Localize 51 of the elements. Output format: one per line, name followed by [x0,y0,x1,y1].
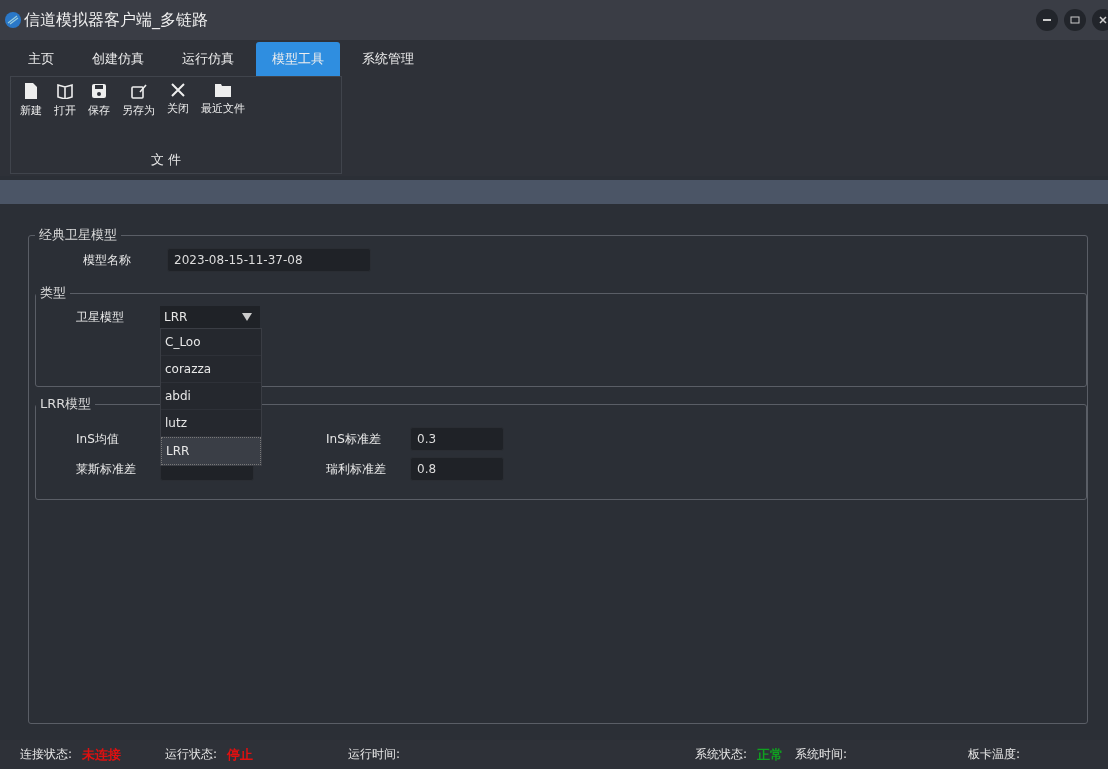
status-label: 连接状态: [20,745,73,763]
toolbar-button[interactable]: 保存 [83,81,115,120]
dropdown-option[interactable]: abdi [161,383,261,410]
book-icon [57,83,73,99]
status-label: 系统状态: [695,745,748,763]
status-value: 停止 [227,745,254,764]
field-label: InS均值 [76,430,120,448]
close-icon [171,83,185,97]
status-value: 未连接 [82,745,122,764]
save-edit-icon [130,83,147,99]
field-label: InS标准差 [326,430,382,448]
minimize-button[interactable] [1036,9,1058,31]
input-field[interactable]: 0.8 [410,457,504,481]
status-value: 正常 [757,745,784,764]
document-icon [24,83,38,99]
model-name-field[interactable]: 2023-08-15-11-37-08 [167,248,371,272]
field-label: 莱斯标准差 [76,460,137,478]
field-label: 卫星模型 [76,308,125,326]
field-label: 瑞利标准差 [326,460,387,478]
menu-tab[interactable]: 创建仿真 [76,42,160,76]
maximize-button[interactable] [1064,9,1086,31]
toolbar-button[interactable]: 新建 [15,81,47,120]
dropdown-option[interactable]: corazza [161,356,261,383]
app-logo-icon [4,11,22,29]
satellite-model-dropdown[interactable]: LRR [160,306,260,328]
group-title: 经典卫星模型 [38,226,118,244]
close-button[interactable] [1092,9,1108,31]
close-icon [1098,15,1108,25]
dropdown-option[interactable]: C_Loo [161,329,261,356]
field-label: 模型名称 [83,251,132,269]
status-label: 运行状态: [165,745,218,763]
maximize-icon [1070,15,1080,25]
status-label: 系统时间: [795,746,848,763]
group-title: 类型 [39,284,67,302]
input-field[interactable]: 0.3 [410,427,504,451]
dropdown-arrow-icon [242,313,252,321]
menu-tab[interactable]: 系统管理 [346,42,430,76]
status-label: 板卡温度: [968,746,1021,763]
group-title: LRR模型 [39,395,93,413]
toolbar-button[interactable]: 关闭 [162,81,194,120]
menu-tab[interactable]: 主页 [12,42,70,76]
folder-icon [215,83,231,97]
dropdown-option[interactable]: LRR [161,437,261,465]
menu-tab[interactable]: 运行仿真 [166,42,250,76]
status-label: 运行时间: [348,746,401,763]
save-icon [91,83,107,99]
window-title: 信道模拟器客户端_多链路 [24,9,208,31]
toolbar-button[interactable]: 另存为 [117,81,160,120]
toolbar-button[interactable]: 最近文件 [196,81,250,120]
toolbar-button[interactable]: 打开 [49,81,81,120]
group-label: 文 件 [151,151,182,169]
